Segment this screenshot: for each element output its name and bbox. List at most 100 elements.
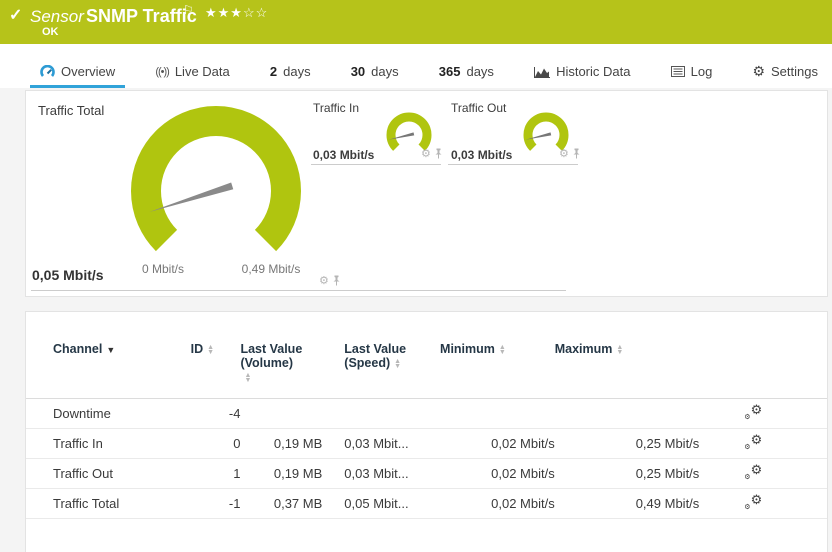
widget-actions: ⚙ [421, 147, 443, 160]
last-value-speed: 0,05 Mbit... [322, 489, 440, 519]
pin-icon[interactable] [572, 148, 581, 159]
tab-historic-data[interactable]: Historic Data [524, 58, 640, 88]
last-value-volume [240, 399, 322, 429]
status-badge: OK [42, 26, 59, 38]
widget-actions: ⚙ [319, 274, 341, 287]
widget-divider [448, 164, 578, 165]
minimum-value: 0,02 Mbit/s [440, 429, 555, 459]
traffic-total-gauge [126, 101, 306, 261]
column-header-actions [699, 312, 827, 399]
channel-id: 1 [191, 459, 241, 489]
last-value-volume: 0,37 MB [240, 489, 322, 519]
sort-icon[interactable]: ▲▼ [499, 345, 506, 355]
maximum-value: 0,25 Mbit/s [555, 429, 700, 459]
last-value-speed: 0,03 Mbit... [322, 429, 440, 459]
widget-divider [31, 290, 566, 291]
last-value-speed: 0,03 Mbit... [322, 459, 440, 489]
column-header-last-volume[interactable]: Last Value (Volume) ▲▼ [240, 312, 322, 399]
channel-name[interactable]: Traffic In [26, 429, 191, 459]
sort-icon[interactable]: ▲▼ [244, 373, 251, 383]
pin-icon[interactable] [332, 275, 341, 286]
table-row-traffic-in[interactable]: Traffic In 0 0,19 MB 0,03 Mbit... 0,02 M… [26, 429, 827, 459]
sort-icon[interactable]: ▲▼ [394, 359, 401, 369]
tab-label: Log [691, 64, 713, 79]
table-header-row: Channel▼ ID▲▼ Last Value (Volume) ▲▼ Las… [26, 312, 827, 399]
tab-log[interactable]: Log [661, 58, 723, 88]
widget-gear-icon[interactable]: ⚙ [319, 274, 329, 287]
tab-2-days[interactable]: 2 days [260, 58, 321, 88]
widget-gear-icon[interactable]: ⚙ [421, 147, 431, 160]
minimum-value: 0,02 Mbit/s [440, 459, 555, 489]
column-header-last-speed[interactable]: Last Value (Speed)▲▼ [322, 312, 440, 399]
channel-id: -4 [191, 399, 241, 429]
column-header-id[interactable]: ID▲▼ [191, 312, 241, 399]
pin-icon[interactable] [434, 148, 443, 159]
gauge-title-traffic-in: Traffic In [313, 101, 359, 115]
column-header-maximum[interactable]: Maximum▲▼ [555, 312, 700, 399]
tab-label: days [371, 64, 398, 79]
widget-actions: ⚙ [559, 147, 581, 160]
channel-id: -1 [191, 489, 241, 519]
channel-settings-icon[interactable]: ⚙⚙ [744, 495, 762, 509]
tab-label: days [283, 64, 310, 79]
live-icon: ((•)) [155, 66, 169, 78]
gauges-panel: Traffic Total 0 Mbit/s 0,49 Mbit/s 0,05 … [25, 90, 828, 297]
gauge-value-traffic-in: 0,03 Mbit/s [313, 148, 374, 162]
channel-settings-icon[interactable]: ⚙⚙ [744, 465, 762, 479]
page-title: SNMP Traffic [86, 6, 197, 27]
gauge-icon [40, 65, 55, 78]
tab-30-days[interactable]: 30 days [341, 58, 409, 88]
minimum-value: 0,02 Mbit/s [440, 489, 555, 519]
channel-name[interactable]: Traffic Total [26, 489, 191, 519]
tab-365-days[interactable]: 365 days [429, 58, 504, 88]
channel-table-panel: Channel▼ ID▲▼ Last Value (Volume) ▲▼ Las… [25, 311, 828, 552]
tab-overview[interactable]: Overview [30, 58, 125, 88]
last-value-speed [322, 399, 440, 429]
log-icon [671, 66, 685, 77]
priority-stars[interactable]: ★★★☆☆ [205, 5, 268, 21]
maximum-value [555, 399, 700, 429]
last-value-volume: 0,19 MB [240, 429, 322, 459]
minimum-value [440, 399, 555, 429]
status-check-icon: ✓ [9, 5, 22, 25]
gauge-value-traffic-out: 0,03 Mbit/s [451, 148, 512, 162]
table-row-traffic-total[interactable]: Traffic Total -1 0,37 MB 0,05 Mbit... 0,… [26, 489, 827, 519]
gear-icon: ⚙ [752, 63, 765, 80]
channel-name[interactable]: Downtime [26, 399, 191, 429]
tab-number: 2 [270, 64, 277, 79]
channel-settings-icon[interactable]: ⚙⚙ [744, 405, 762, 419]
stars-filled: ★★★ [205, 5, 243, 20]
chevron-down-icon: ▼ [106, 345, 115, 355]
column-header-channel[interactable]: Channel▼ [26, 312, 191, 399]
tab-number: 365 [439, 64, 461, 79]
sensor-header: ✓ Sensor SNMP Traffic ⚐ ★★★☆☆ OK [0, 0, 832, 44]
flag-icon[interactable]: ⚐ [183, 3, 194, 17]
tab-label: Live Data [175, 64, 230, 79]
sort-icon[interactable]: ▲▼ [616, 345, 623, 355]
tab-settings[interactable]: ⚙ Settings [742, 58, 828, 88]
tab-strip: Overview ((•)) Live Data 2 days 30 days … [0, 44, 832, 88]
channel-name[interactable]: Traffic Out [26, 459, 191, 489]
last-value-volume: 0,19 MB [240, 459, 322, 489]
widget-divider [311, 164, 441, 165]
stars-empty: ☆☆ [243, 5, 268, 20]
tab-label: days [466, 64, 493, 79]
tab-label: Overview [61, 64, 115, 79]
channel-settings-icon[interactable]: ⚙⚙ [744, 435, 762, 449]
table-row-traffic-out[interactable]: Traffic Out 1 0,19 MB 0,03 Mbit... 0,02 … [26, 459, 827, 489]
column-header-minimum[interactable]: Minimum▲▼ [440, 312, 555, 399]
gauge-min-label: 0 Mbit/s [124, 262, 202, 276]
sensor-type-label: Sensor [30, 7, 84, 27]
table-row-downtime[interactable]: Downtime -4 ⚙⚙ [26, 399, 827, 429]
channel-id: 0 [191, 429, 241, 459]
gauge-value-traffic-total: 0,05 Mbit/s [32, 267, 104, 283]
maximum-value: 0,25 Mbit/s [555, 459, 700, 489]
chart-icon [534, 66, 550, 78]
sort-icon[interactable]: ▲▼ [207, 345, 214, 355]
tab-live-data[interactable]: ((•)) Live Data [145, 58, 239, 88]
gauge-title-traffic-total: Traffic Total [38, 103, 104, 118]
gauge-max-label: 0,49 Mbit/s [229, 262, 313, 276]
tab-label: Historic Data [556, 64, 630, 79]
widget-gear-icon[interactable]: ⚙ [559, 147, 569, 160]
channel-table: Channel▼ ID▲▼ Last Value (Volume) ▲▼ Las… [26, 312, 827, 519]
